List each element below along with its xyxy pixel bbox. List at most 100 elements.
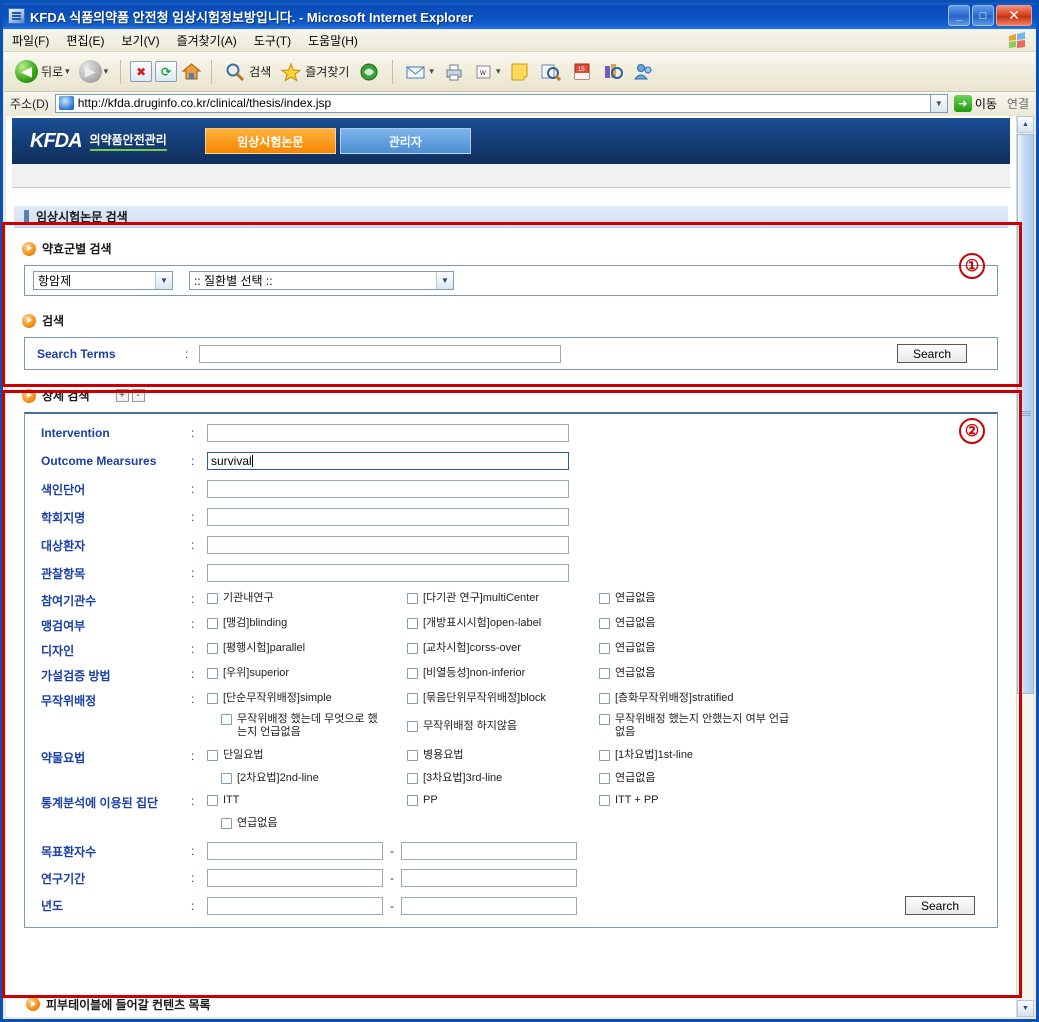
vertical-scrollbar[interactable]: ▲ ▼: [1016, 116, 1034, 1017]
print-toolbar-button[interactable]: [440, 58, 468, 86]
checkbox-option[interactable]: [단순무작위배정]simple: [207, 692, 407, 705]
minimize-button[interactable]: _: [948, 5, 970, 26]
refresh-button[interactable]: ⟳: [155, 61, 178, 82]
expand-collapse-controls[interactable]: + -: [115, 389, 145, 402]
search-toolbar-button[interactable]: 검색: [221, 58, 274, 86]
input-year-to[interactable]: [401, 896, 577, 915]
scroll-down-button[interactable]: ▼: [1017, 1000, 1034, 1017]
menu-favorites[interactable]: 즐겨찾기(A): [177, 32, 237, 49]
checkbox-icon[interactable]: [407, 668, 418, 679]
note-toolbar-button[interactable]: [506, 58, 534, 86]
home-button[interactable]: [180, 61, 202, 82]
menu-bar[interactable]: 파일(F) 편집(E) 보기(V) 즐겨찾기(A) 도구(T) 도움말(H): [4, 30, 1035, 52]
edit-toolbar-button[interactable]: w ▾: [471, 58, 504, 86]
input-observation-item[interactable]: [207, 564, 569, 582]
maximize-button[interactable]: □: [972, 5, 994, 26]
checkbox-option[interactable]: [3차요법]3rd-line: [407, 772, 599, 785]
checkbox-option[interactable]: 연급없음: [599, 667, 809, 680]
chevron-down-icon[interactable]: ▼: [436, 272, 453, 289]
input-index-word[interactable]: [207, 480, 569, 498]
checkbox-icon[interactable]: [599, 618, 610, 629]
checkbox-option[interactable]: ITT: [207, 794, 407, 807]
tab-clinical-thesis[interactable]: 임상시험논문: [204, 128, 336, 154]
checkbox-icon[interactable]: [599, 643, 610, 654]
checkbox-option[interactable]: [맹검]blinding: [207, 617, 407, 630]
checkbox-icon[interactable]: [407, 750, 418, 761]
checkbox-icon[interactable]: [599, 693, 610, 704]
checkbox-option[interactable]: [층화무작위배정]stratified: [599, 692, 809, 705]
messenger-toolbar-button[interactable]: [630, 58, 658, 86]
checkbox-icon[interactable]: [599, 795, 610, 806]
checkbox-option[interactable]: 연급없음: [207, 817, 407, 830]
checkbox-icon[interactable]: [407, 593, 418, 604]
menu-help[interactable]: 도움말(H): [308, 32, 358, 49]
checkbox-icon[interactable]: [207, 668, 218, 679]
checkbox-option[interactable]: ITT + PP: [599, 794, 809, 807]
search-terms-input[interactable]: [199, 344, 561, 363]
forward-dropdown-icon[interactable]: ▾: [104, 66, 109, 77]
checkbox-icon[interactable]: [207, 795, 218, 806]
toolbar[interactable]: ◀ 뒤로 ▾ ▶ ▾ ✖ ⟳ 검색 즐겨찾기 ▾ w ▾ 15: [4, 52, 1035, 92]
checkbox-icon[interactable]: [221, 714, 232, 725]
checkbox-option[interactable]: PP: [407, 794, 599, 807]
back-dropdown-icon[interactable]: ▾: [65, 66, 70, 77]
collapse-button[interactable]: -: [131, 389, 145, 402]
checkbox-option[interactable]: [2차요법]2nd-line: [207, 772, 407, 785]
checkbox-option[interactable]: [1차요법]1st-line: [599, 749, 809, 762]
checkbox-icon[interactable]: [407, 795, 418, 806]
checkbox-option[interactable]: [교차시험]corss-over: [407, 642, 599, 655]
checkbox-icon[interactable]: [221, 773, 232, 784]
checkbox-option[interactable]: [평행시험]parallel: [207, 642, 407, 655]
shopping-toolbar-button[interactable]: [599, 58, 627, 86]
chevron-down-icon[interactable]: ▼: [155, 272, 172, 289]
checkbox-option[interactable]: 연급없음: [599, 592, 809, 605]
checkbox-option[interactable]: 단일요법: [207, 749, 407, 762]
checkbox-icon[interactable]: [599, 668, 610, 679]
checkbox-option[interactable]: [우위]superior: [207, 667, 407, 680]
media-toolbar-button[interactable]: [355, 58, 383, 86]
scroll-up-button[interactable]: ▲: [1017, 116, 1034, 133]
favorites-toolbar-button[interactable]: 즐겨찾기: [277, 58, 352, 86]
disease-select[interactable]: :: 질환별 선택 :: ▼: [189, 271, 454, 290]
checkbox-icon[interactable]: [207, 618, 218, 629]
checkbox-option[interactable]: 기관내연구: [207, 592, 407, 605]
checkbox-icon[interactable]: [599, 714, 610, 725]
checkbox-option[interactable]: 무작위배정 했는데 무엇으로 했는지 언급없음: [207, 713, 407, 739]
checkbox-icon[interactable]: [207, 593, 218, 604]
go-button[interactable]: ➜ 이동: [953, 94, 997, 112]
menu-view[interactable]: 보기(V): [121, 32, 159, 49]
scrollbar-thumb[interactable]: [1017, 134, 1034, 694]
expand-button[interactable]: +: [115, 389, 129, 402]
checkbox-option[interactable]: 연급없음: [599, 617, 809, 630]
checkbox-icon[interactable]: [207, 643, 218, 654]
window-controls[interactable]: _ □ ✕: [948, 5, 1032, 26]
mail-toolbar-button[interactable]: ▾: [402, 58, 437, 86]
search-button-primary[interactable]: Search: [897, 344, 967, 363]
checkbox-icon[interactable]: [407, 773, 418, 784]
checkbox-icon[interactable]: [407, 721, 418, 732]
edit-dropdown-icon[interactable]: ▾: [496, 66, 501, 77]
input-journal-name[interactable]: [207, 508, 569, 526]
stop-button[interactable]: ✖: [130, 61, 153, 82]
checkbox-icon[interactable]: [599, 593, 610, 604]
research-toolbar-button[interactable]: [537, 58, 565, 86]
checkbox-option[interactable]: [다기관 연구]multiCenter: [407, 592, 599, 605]
input-intervention[interactable]: [207, 424, 569, 442]
menu-tools[interactable]: 도구(T): [254, 32, 291, 49]
address-input[interactable]: http://kfda.druginfo.co.kr/clinical/thes…: [54, 93, 931, 113]
msn-toolbar-button[interactable]: 15: [568, 58, 596, 86]
checkbox-option[interactable]: [개방표시시험]open-label: [407, 617, 599, 630]
input-outcome-measures[interactable]: survival: [207, 452, 569, 470]
input-study-period-from[interactable]: [207, 869, 383, 887]
checkbox-option[interactable]: [비열등성]non-inferior: [407, 667, 599, 680]
close-button[interactable]: ✕: [996, 5, 1032, 26]
address-bar[interactable]: 주소(D) http://kfda.druginfo.co.kr/clinica…: [4, 92, 1035, 114]
checkbox-icon[interactable]: [599, 750, 610, 761]
checkbox-option[interactable]: 병용요법: [407, 749, 599, 762]
checkbox-icon[interactable]: [407, 643, 418, 654]
checkbox-option[interactable]: 연급없음: [599, 642, 809, 655]
input-year-from[interactable]: [207, 896, 383, 915]
mail-dropdown-icon[interactable]: ▾: [429, 66, 434, 77]
checkbox-icon[interactable]: [599, 773, 610, 784]
input-target-count-from[interactable]: [207, 842, 383, 860]
